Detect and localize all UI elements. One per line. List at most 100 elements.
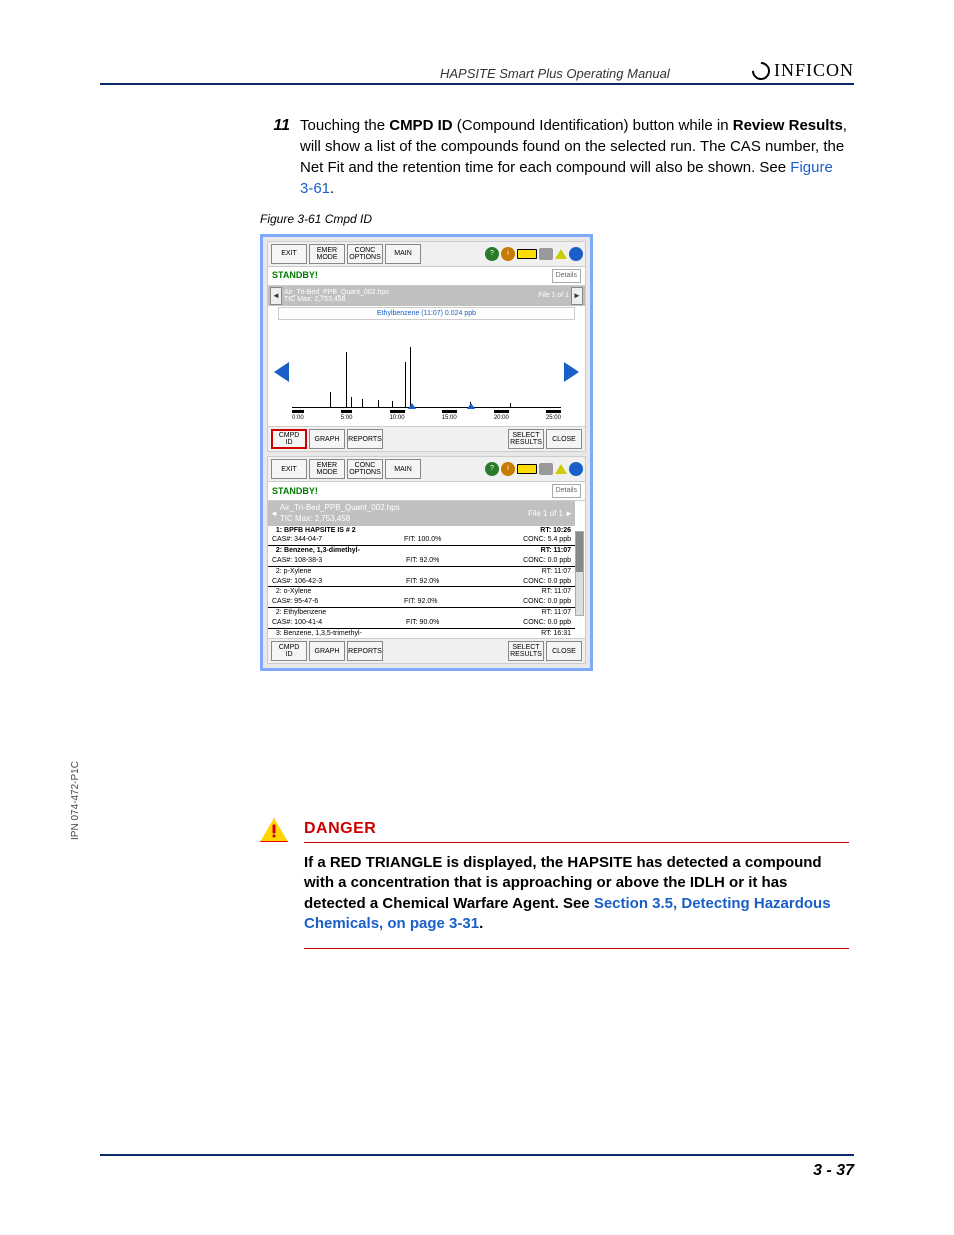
info-icon[interactable]: i <box>501 462 515 476</box>
danger-body: DANGER If a RED TRIANGLE is displayed, t… <box>304 820 849 959</box>
top-toolbar-2: EXIT EMER MODE CONC OPTIONS MAIN ? i <box>268 457 585 482</box>
figure-caption: Figure 3-61 Cmpd ID <box>260 211 849 228</box>
x-tick: 0:00 <box>292 410 304 422</box>
stamp-icon <box>539 248 553 260</box>
file-prev-button[interactable]: ◄ <box>270 287 282 305</box>
compound-name-row[interactable]: 1: BPFB HAPSITE IS # 2RT: 10:26 <box>268 526 575 536</box>
file-info: Air_Tri-Bed_PPB_Quant_002.hps TIC Max: 2… <box>280 502 400 524</box>
globe-icon[interactable] <box>569 462 583 476</box>
file-next-button[interactable]: ► <box>565 508 573 519</box>
select-results-button[interactable]: SELECT RESULTS <box>508 641 544 661</box>
step-block: 11 Touching the CMPD ID (Compound Identi… <box>260 115 849 199</box>
step-text: Touching the <box>300 117 389 134</box>
chromatogram-chart[interactable]: 0:00 5:00 10:00 15:00 20:00 25:00 <box>272 322 581 422</box>
scrollbar[interactable] <box>575 531 584 616</box>
chart-marker-icon <box>408 403 416 409</box>
exit-button[interactable]: EXIT <box>271 459 307 479</box>
file-prev-button[interactable]: ◄ <box>270 508 278 519</box>
list-panel: EXIT EMER MODE CONC OPTIONS MAIN ? i STA… <box>267 456 586 664</box>
standby-label: STANDBY! <box>272 485 318 498</box>
logo-swirl-icon <box>748 58 773 83</box>
compound-name-row[interactable]: 2: Benzene, 1,3-dimethyl-RT: 11:07 <box>268 546 575 556</box>
scroll-thumb[interactable] <box>576 532 583 572</box>
x-tick: 5:00 <box>341 410 353 422</box>
toolbar-spacer <box>385 429 506 449</box>
danger-title: DANGER <box>304 820 849 838</box>
standby-bar: STANDBY! Details <box>268 482 585 501</box>
conc-options-button[interactable]: CONC OPTIONS <box>347 244 383 264</box>
details-button[interactable]: Details <box>552 484 581 498</box>
file-next-button[interactable]: ► <box>571 287 583 305</box>
cmpd-id-button[interactable]: CMPD ID <box>271 641 307 661</box>
details-button[interactable]: Details <box>552 269 581 283</box>
peak-highlight-label: Ethylbenzene (11:07) 0.024 ppb <box>278 307 575 321</box>
status-icons: ? i <box>485 247 583 261</box>
bottom-toolbar-2: CMPD ID GRAPH REPORTS SELECT RESULTS CLO… <box>268 638 585 663</box>
compound-detail-row: CAS#: 100-41-4FIT: 90.0%CONC: 0.0 ppb <box>268 618 575 629</box>
chart-marker-icon <box>467 403 475 409</box>
danger-rule-bottom <box>304 948 849 949</box>
tic-max: TIC Max: 2,753,458 <box>284 296 389 303</box>
select-results-button[interactable]: SELECT RESULTS <box>508 429 544 449</box>
chart-next-icon[interactable] <box>564 362 579 382</box>
standby-bar: STANDBY! Details <box>268 267 585 286</box>
step-text: . <box>330 180 334 197</box>
x-tick: 20:00 <box>494 410 509 422</box>
cmpd-id-button[interactable]: CMPD ID <box>271 429 307 449</box>
compound-name-row[interactable]: 3: Benzene, 1,3,5-trimethyl-RT: 16:31 <box>268 629 575 639</box>
reports-button[interactable]: REPORTS <box>347 429 383 449</box>
compound-detail-row: CAS#: 106-42-3FIT: 92.0%CONC: 0.0 ppb <box>268 577 575 588</box>
standby-label: STANDBY! <box>272 269 318 282</box>
review-term: Review Results <box>733 117 843 134</box>
info-icon[interactable]: i <box>501 247 515 261</box>
main-button[interactable]: MAIN <box>385 244 421 264</box>
globe-icon[interactable] <box>569 247 583 261</box>
status-icons: ? i <box>485 462 583 476</box>
page-header: HAPSITE Smart Plus Operating Manual INFI… <box>100 60 854 85</box>
step-number: 11 <box>260 115 300 199</box>
graph-panel: EXIT EMER MODE CONC OPTIONS MAIN ? i STA… <box>267 241 586 453</box>
chart-prev-icon[interactable] <box>274 362 289 382</box>
file-count: File 1 of 1 <box>538 292 569 299</box>
graph-button[interactable]: GRAPH <box>309 641 345 661</box>
stamp-icon <box>539 463 553 475</box>
graph-button[interactable]: GRAPH <box>309 429 345 449</box>
brand-name: INFICON <box>774 60 854 81</box>
compound-list: ◄ Air_Tri-Bed_PPB_Quant_002.hps TIC Max:… <box>268 501 585 638</box>
danger-block: DANGER If a RED TRIANGLE is displayed, t… <box>260 820 849 959</box>
chart-x-axis: 0:00 5:00 10:00 15:00 20:00 25:00 <box>292 410 561 422</box>
close-button[interactable]: CLOSE <box>546 641 582 661</box>
battery-icon <box>517 464 537 474</box>
danger-triangle-icon <box>260 818 292 842</box>
compound-name-row[interactable]: 2: o-XyleneRT: 11:07 <box>268 587 575 597</box>
figure-screenshot: EXIT EMER MODE CONC OPTIONS MAIN ? i STA… <box>260 234 593 672</box>
step-text: (Compound Identification) button while i… <box>453 117 733 134</box>
tic-max: TIC Max: 2,753,458 <box>280 513 400 524</box>
help-icon[interactable]: ? <box>485 247 499 261</box>
exit-button[interactable]: EXIT <box>271 244 307 264</box>
compound-detail-row: CAS#: 344-04-7FIT: 100.0%CONC: 5.4 ppb <box>268 535 575 546</box>
file-name: Air_Tri-Bed_PPB_Quant_002.hps <box>280 502 400 513</box>
file-info: Air_Tri-Bed_PPB_Quant_002.hps TIC Max: 2… <box>284 289 389 303</box>
close-button[interactable]: CLOSE <box>546 429 582 449</box>
emer-mode-button[interactable]: EMER MODE <box>309 244 345 264</box>
emer-mode-button[interactable]: EMER MODE <box>309 459 345 479</box>
warning-triangle-icon <box>555 249 567 259</box>
compound-name-row[interactable]: 2: p-XyleneRT: 11:07 <box>268 567 575 577</box>
file-bar-2: ◄ Air_Tri-Bed_PPB_Quant_002.hps TIC Max:… <box>268 501 575 525</box>
warning-triangle-icon <box>555 464 567 474</box>
battery-icon <box>517 249 537 259</box>
main-button[interactable]: MAIN <box>385 459 421 479</box>
brand-logo: INFICON <box>752 60 854 81</box>
conc-options-button[interactable]: CONC OPTIONS <box>347 459 383 479</box>
compound-detail-row: CAS#: 95-47-6FIT: 92.0%CONC: 0.0 ppb <box>268 597 575 608</box>
header-title: HAPSITE Smart Plus Operating Manual <box>440 66 670 81</box>
help-icon[interactable]: ? <box>485 462 499 476</box>
side-note: IPN 074-472-P1C <box>70 761 81 840</box>
chart-trace <box>292 348 561 408</box>
cmpd-id-term: CMPD ID <box>389 117 452 134</box>
reports-button[interactable]: REPORTS <box>347 641 383 661</box>
compound-name-row[interactable]: 2: EthylbenzeneRT: 11:07 <box>268 608 575 618</box>
step-body: Touching the CMPD ID (Compound Identific… <box>300 115 849 199</box>
bottom-toolbar: CMPD ID GRAPH REPORTS SELECT RESULTS CLO… <box>268 426 585 451</box>
